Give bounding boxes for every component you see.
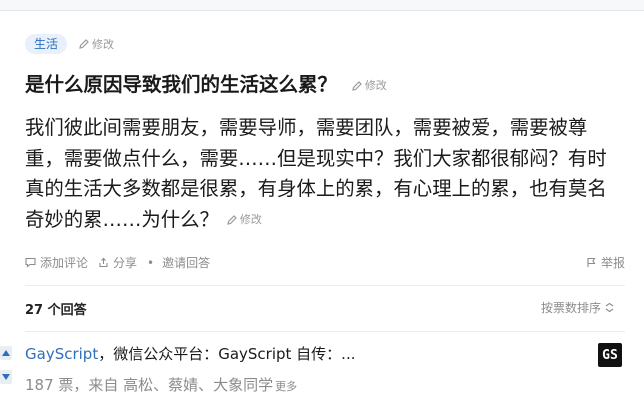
sort-toggle[interactable]: 按票数排序 — [541, 299, 614, 316]
add-comment-button[interactable]: 添加评论 — [25, 254, 88, 271]
author-bio: ，微信公众平台：GayScript 自传：... — [98, 345, 356, 363]
invite-answer-button[interactable]: 邀请回答 — [162, 254, 210, 271]
edit-label: 修改 — [239, 212, 262, 226]
question-actions: 添加评论 分享 • 邀请回答 举报 — [25, 254, 625, 271]
question-detail: 我们彼此间需要朋友，需要导师，需要团队，需要被爱，需要被尊 重，需要做点什么，需… — [25, 113, 637, 235]
top-bar — [0, 0, 644, 11]
edit-label: 修改 — [92, 38, 115, 51]
question-detail-line: 真的生活大多数都是很累，有身体上的累，有心理上的累，也有莫名 — [25, 177, 607, 200]
topic-tag[interactable]: 生活 — [25, 34, 68, 54]
author-link[interactable]: GayScript — [25, 345, 98, 363]
report-label: 举报 — [600, 256, 625, 270]
triangle-down-icon — [2, 374, 10, 380]
vote-down-button[interactable] — [0, 370, 12, 384]
question-detail-line: 奇妙的累……为什么？ 修改 — [25, 205, 637, 236]
share-button[interactable]: 分享 — [98, 254, 137, 271]
pencil-icon — [352, 80, 362, 91]
share-icon — [99, 257, 108, 268]
triangle-up-icon — [2, 350, 10, 356]
vote-up-button[interactable] — [0, 346, 12, 360]
answer-count: 27 个回答 — [25, 303, 87, 318]
question-detail-text: 奇妙的累……为什么？ — [25, 207, 219, 231]
question-title: 是什么原因导致我们的生活这么累？ 修改 — [25, 70, 625, 101]
topic-row: 生活 修改 — [25, 34, 114, 54]
divider — [25, 285, 625, 286]
separator-dot: • — [147, 255, 155, 270]
question-detail-line: 重，需要做点什么，需要……但是现实中？我们大家都很郁闷？有时 — [25, 146, 607, 170]
vote-summary-text: 187 票，来自 高松、蔡婧、大象同学 — [25, 376, 274, 394]
vote-summary: 187 票，来自 高松、蔡婧、大象同学 更多 — [25, 374, 297, 395]
report-button[interactable]: 举报 — [586, 254, 625, 271]
flag-icon — [587, 257, 596, 267]
share-label: 分享 — [113, 256, 138, 270]
edit-label: 修改 — [364, 78, 387, 92]
more-voters-link[interactable]: 更多 — [275, 380, 297, 393]
edit-topics-button[interactable]: 修改 — [79, 36, 114, 52]
add-comment-label: 添加评论 — [40, 256, 89, 270]
invite-answer-label: 邀请回答 — [162, 256, 211, 270]
edit-detail-button[interactable]: 修改 — [227, 205, 262, 236]
divider — [25, 331, 625, 332]
sort-arrow-icon — [605, 303, 614, 312]
pencil-icon — [79, 39, 89, 49]
answer-author-info: GayScript，微信公众平台：GayScript 自传：... — [25, 344, 355, 364]
question-title-text: 是什么原因导致我们的生活这么累？ — [25, 73, 338, 96]
comment-icon — [25, 257, 36, 268]
pencil-icon — [227, 215, 237, 225]
sort-label: 按票数排序 — [540, 301, 601, 315]
question-detail-line: 我们彼此间需要朋友，需要导师，需要团队，需要被爱，需要被尊 — [25, 116, 588, 139]
edit-title-button[interactable]: 修改 — [352, 71, 387, 101]
author-avatar[interactable]: GS — [598, 343, 622, 367]
